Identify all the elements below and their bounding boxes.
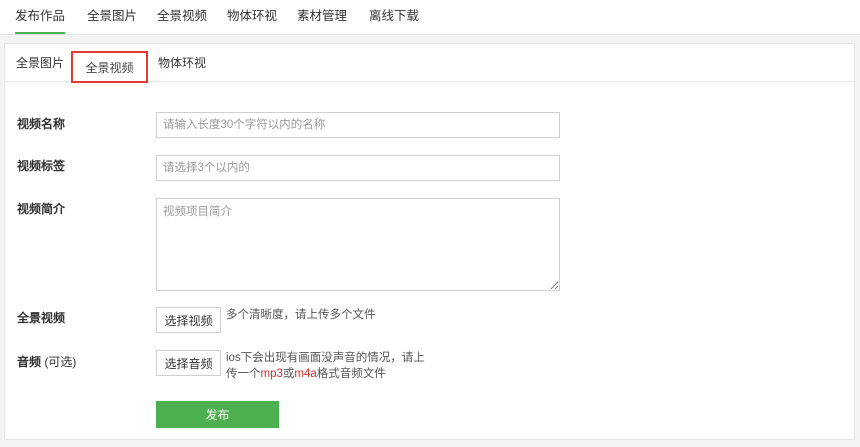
subtab-panorama-video[interactable]: 全景视频	[71, 51, 148, 83]
tab-offline-download[interactable]: 离线下载	[369, 0, 419, 34]
audio-hint: ios下会出现有画面没声音的情况，请上 传一个mp3或m4a格式音频文件	[226, 350, 425, 382]
audio-hint-or: 或	[282, 368, 295, 380]
video-name-label: 视频名称	[17, 117, 66, 131]
audio-format-mp3: mp3	[260, 368, 283, 380]
tab-panorama-videos[interactable]: 全景视频	[157, 0, 207, 34]
video-intro-textarea[interactable]	[156, 198, 560, 291]
tab-panorama-images[interactable]: 全景图片	[87, 0, 137, 34]
audio-format-m4a: m4a	[294, 368, 317, 380]
subtab-panorama-image[interactable]: 全景图片	[16, 44, 64, 82]
publish-panel: 全景图片 全景视频 物体环视 视频名称 视频标签 视频简介 全景视频 选择视频 …	[4, 43, 855, 440]
video-tags-label: 视频标签	[17, 159, 66, 173]
tab-asset-management[interactable]: 素材管理	[297, 0, 347, 34]
sub-tabs: 全景图片 全景视频 物体环视	[5, 44, 854, 83]
video-tags-input[interactable]	[156, 155, 560, 181]
video-name-input[interactable]	[156, 112, 560, 138]
audio-hint-line1: ios下会出现有画面没声音的情况，请上	[226, 352, 425, 364]
audio-hint-prefix: 传一个	[226, 368, 261, 380]
subtab-object-view[interactable]: 物体环视	[158, 44, 206, 82]
panorama-video-label: 全景视频	[17, 311, 66, 325]
audio-hint-line2: 传一个mp3或m4a格式音频文件	[226, 366, 425, 382]
select-video-button[interactable]: 选择视频	[156, 307, 221, 333]
audio-hint-suffix: 格式音频文件	[316, 368, 386, 380]
tab-publish-work[interactable]: 发布作品	[15, 0, 66, 34]
select-audio-button[interactable]: 选择音频	[156, 350, 221, 376]
audio-optional-text: (可选)	[44, 355, 77, 369]
video-hint: 多个清晰度，请上传多个文件	[226, 309, 376, 321]
audio-label-text: 音频	[17, 355, 42, 369]
top-nav: 发布作品 全景图片 全景视频 物体环视 素材管理 离线下载	[0, 0, 860, 35]
audio-label: 音频 (可选)	[17, 353, 76, 370]
publish-button[interactable]: 发布	[156, 401, 279, 428]
video-intro-label: 视频简介	[17, 202, 66, 216]
tab-object-view[interactable]: 物体环视	[227, 0, 277, 34]
